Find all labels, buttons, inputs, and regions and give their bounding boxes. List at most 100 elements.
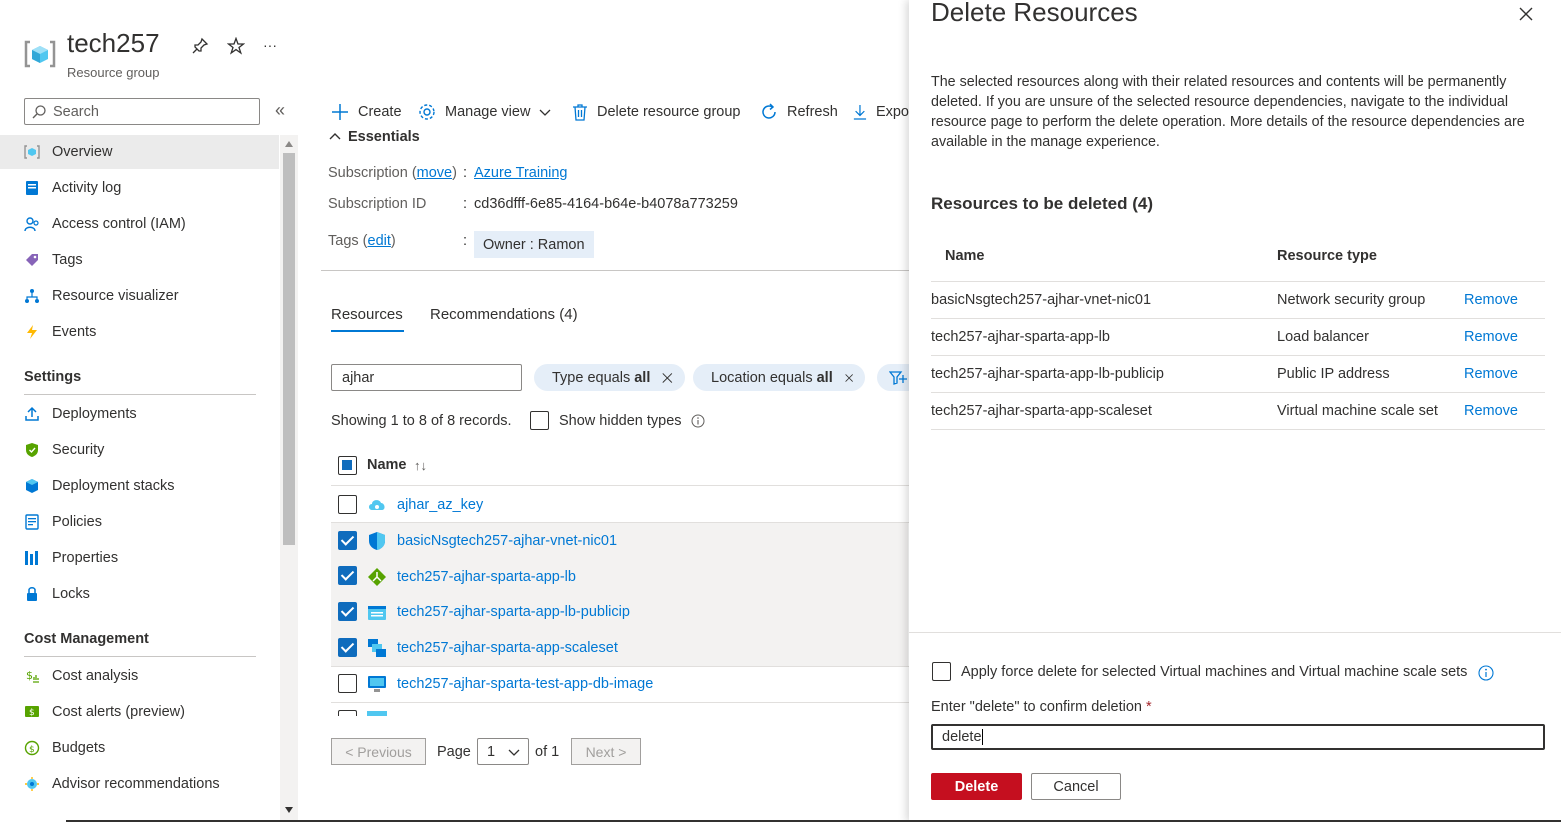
essentials-toggle[interactable]: Essentials — [328, 129, 420, 145]
add-filter-button[interactable] — [877, 364, 909, 391]
row-checkbox[interactable] — [338, 602, 357, 621]
shield-icon — [24, 442, 40, 458]
subscription-label: Subscription (move) — [328, 165, 457, 181]
sidebar-item-label: Events — [52, 324, 97, 340]
chevron-down-icon — [539, 109, 551, 116]
sidebar-item-label: Deployment stacks — [52, 478, 175, 494]
properties-icon — [24, 550, 40, 566]
panel-description: The selected resources along with their … — [931, 74, 1525, 150]
filter-input[interactable]: ajhar — [331, 364, 522, 391]
resource-link[interactable]: tech257-ajhar-sparta-app-lb-publicip — [397, 604, 630, 620]
sidebar-item-resource-visualizer[interactable]: Resource visualizer — [24, 279, 179, 313]
sidebar-item-cost-alerts[interactable]: $ Cost alerts (preview) — [24, 695, 185, 729]
subscription-link[interactable]: Azure Training — [474, 165, 568, 181]
page-of-label: of 1 — [535, 744, 560, 760]
select-all-checkbox[interactable] — [338, 456, 357, 475]
pin-icon[interactable] — [191, 37, 209, 55]
create-button[interactable]: Create — [331, 99, 402, 125]
delete-row-type: Network security group — [1277, 292, 1426, 308]
remove-link[interactable]: Remove — [1464, 403, 1518, 419]
scroll-down-arrow[interactable] — [285, 807, 293, 813]
sidebar-scrollbar[interactable] — [280, 135, 298, 822]
sidebar-item-budgets[interactable]: $ Budgets — [24, 731, 105, 765]
panel-footer-divider — [909, 632, 1561, 633]
more-options-icon[interactable]: ··· — [263, 37, 277, 53]
remove-link[interactable]: Remove — [1464, 366, 1518, 382]
move-link[interactable]: move — [417, 165, 452, 181]
sidebar-item-overview[interactable]: Overview — [24, 135, 112, 169]
info-icon[interactable] — [1478, 665, 1494, 681]
export-button[interactable]: Expo — [853, 99, 909, 125]
row-checkbox[interactable] — [338, 495, 357, 514]
sidebar-item-locks[interactable]: Locks — [24, 577, 90, 611]
close-icon[interactable] — [845, 371, 853, 385]
download-icon — [853, 105, 867, 120]
row-checkbox[interactable] — [338, 674, 357, 693]
close-icon[interactable] — [1519, 7, 1533, 21]
remove-link[interactable]: Remove — [1464, 329, 1518, 345]
force-delete-checkbox[interactable] — [932, 662, 951, 681]
export-label: Expo — [875, 104, 909, 120]
search-input[interactable]: Search — [53, 104, 99, 120]
resource-link[interactable]: tech257-ajhar-sparta-app-scaleset — [397, 640, 618, 656]
sidebar-item-properties[interactable]: Properties — [24, 541, 118, 575]
sidebar-item-activity-log[interactable]: Activity log — [24, 171, 121, 205]
delete-resource-group-button[interactable]: Delete resource group — [572, 99, 740, 125]
sidebar-item-cost-analysis[interactable]: $ Cost analysis — [24, 659, 138, 693]
show-hidden-checkbox[interactable] — [530, 411, 549, 430]
manage-view-label: Manage view — [445, 104, 531, 120]
scroll-up-arrow[interactable] — [285, 141, 293, 147]
resource-link[interactable]: tech257-ajhar-sparta-test-app-db-image — [397, 676, 653, 692]
search-box[interactable]: Search — [24, 98, 260, 125]
type-filter-label: Type equals — [552, 369, 635, 386]
sidebar-item-policies[interactable]: Policies — [24, 505, 102, 539]
sidebar-item-label: Tags — [52, 252, 83, 268]
refresh-button[interactable]: Refresh — [760, 99, 838, 125]
close-icon[interactable] — [662, 371, 673, 385]
page-select[interactable]: 1 — [477, 738, 529, 765]
next-button[interactable]: Next > — [571, 738, 641, 765]
sidebar-item-deployments[interactable]: Deployments — [24, 397, 137, 431]
confirm-label: Enter "delete" to confirm deletion * — [931, 699, 1152, 715]
collapse-sidebar-icon[interactable]: « — [275, 100, 285, 121]
sidebar-item-label: Properties — [52, 550, 119, 566]
tab-recommendations[interactable]: Recommendations (4) — [430, 306, 578, 323]
location-filter-pill[interactable]: Location equals all — [693, 364, 865, 391]
star-icon[interactable] — [226, 36, 246, 55]
previous-button[interactable]: < Previous — [331, 738, 426, 765]
resource-link[interactable]: ajhar_az_key — [397, 497, 483, 513]
cancel-button[interactable]: Cancel — [1031, 773, 1121, 800]
remove-link[interactable]: Remove — [1464, 292, 1518, 308]
row-checkbox[interactable] — [338, 566, 357, 585]
sidebar-item-deployment-stacks[interactable]: Deployment stacks — [24, 469, 175, 503]
row-checkbox[interactable] — [338, 638, 357, 657]
plus-icon — [332, 104, 348, 120]
chevron-up-icon — [329, 133, 341, 140]
subscription-id-label: Subscription ID — [328, 196, 427, 212]
sort-icon[interactable]: ↑↓ — [414, 458, 427, 473]
delete-row-name: tech257-ajhar-sparta-app-lb-publicip — [931, 366, 1164, 382]
resource-link[interactable]: basicNsgtech257-ajhar-vnet-nic01 — [397, 533, 617, 549]
info-icon[interactable] — [691, 414, 705, 428]
sidebar-item-events[interactable]: Events — [24, 315, 96, 349]
edit-tags-link[interactable]: edit — [368, 233, 391, 249]
sidebar-item-iam[interactable]: Access control (IAM) — [24, 207, 186, 241]
tab-resources[interactable]: Resources — [331, 306, 403, 323]
tab-resources-underline — [331, 330, 404, 332]
resource-link[interactable]: tech257-ajhar-sparta-app-lb — [397, 569, 576, 585]
row-checkbox-partial[interactable] — [338, 710, 357, 716]
settings-divider — [24, 394, 256, 395]
name-column-header[interactable]: Name — [367, 457, 407, 473]
sidebar-item-security[interactable]: Security — [24, 433, 104, 467]
location-filter-value: all — [816, 369, 833, 386]
sidebar-item-advisor-recommendations[interactable]: Advisor recommendations — [24, 767, 220, 801]
delete-button[interactable]: Delete — [931, 773, 1022, 800]
delete-row-name: basicNsgtech257-ajhar-vnet-nic01 — [931, 292, 1152, 308]
sidebar-item-tags[interactable]: Tags — [24, 243, 83, 277]
type-filter-pill[interactable]: Type equals all — [534, 364, 685, 391]
row-checkbox[interactable] — [338, 531, 357, 550]
manage-view-button[interactable]: Manage view — [418, 99, 552, 125]
scrollbar-thumb[interactable] — [283, 153, 295, 545]
confirm-input[interactable]: delete — [931, 724, 1545, 750]
essentials-title: Essentials — [348, 129, 420, 145]
